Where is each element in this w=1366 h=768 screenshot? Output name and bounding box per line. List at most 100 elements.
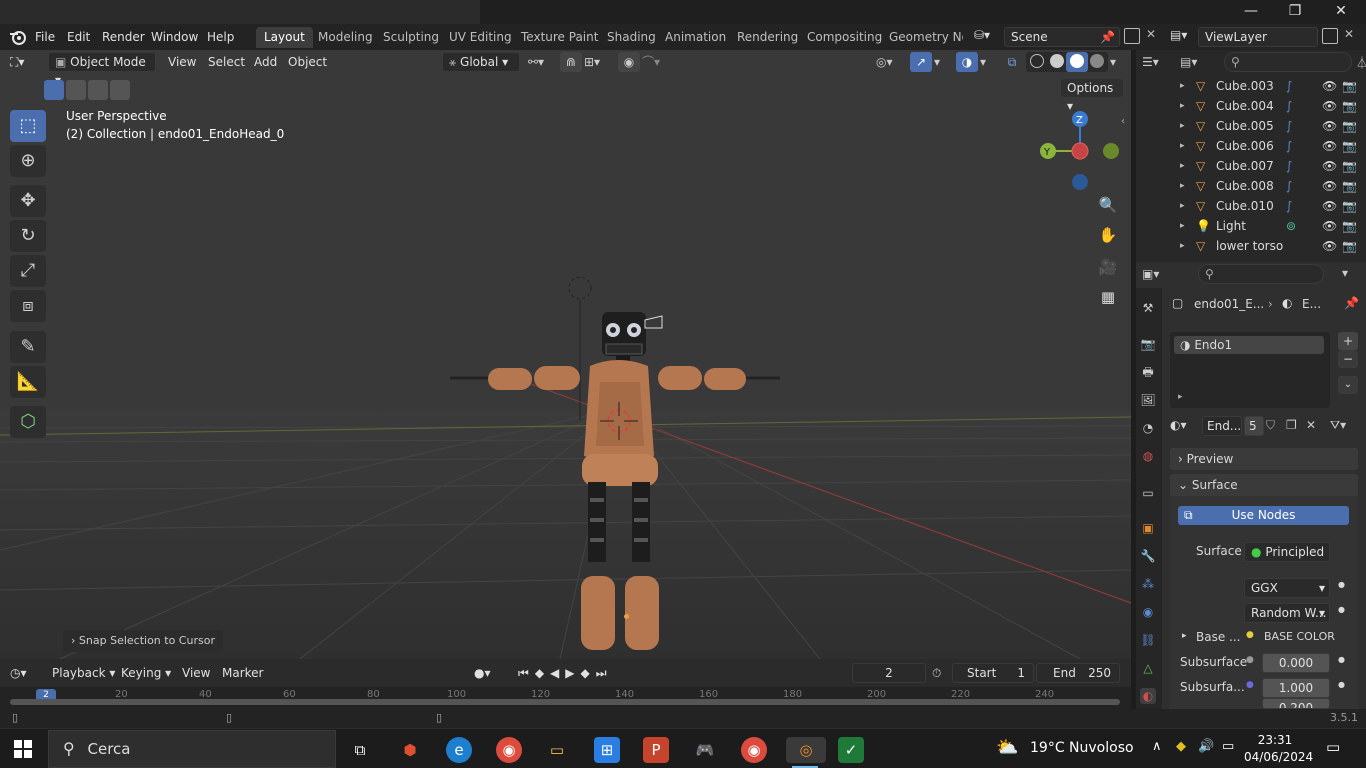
workspace-tab-rendering[interactable]: Rendering: [729, 27, 806, 48]
outliner-display-mode-icon[interactable]: ▤▾: [1180, 52, 1197, 72]
falloff-icon[interactable]: ⌒▾: [642, 52, 660, 72]
blender-logo-icon[interactable]: [8, 27, 28, 47]
battery-icon[interactable]: ▭: [1222, 739, 1234, 754]
eye-visibility-icon[interactable]: 👁: [1322, 76, 1337, 96]
eye-visibility-icon[interactable]: 👁: [1322, 236, 1337, 256]
notifications-icon[interactable]: ▭: [1326, 738, 1340, 756]
modifier-icon[interactable]: ∫: [1286, 196, 1292, 216]
subsurface-method-dropdown[interactable]: Random W... ▾: [1244, 603, 1330, 623]
camera-render-icon[interactable]: 📷: [1342, 156, 1357, 176]
scene-tab-icon[interactable]: ◔: [1140, 420, 1156, 436]
modifier-icon[interactable]: ∫: [1286, 96, 1292, 116]
outliner-row[interactable]: ▸ ▽ Cube.010 ∫ 👁 📷: [1136, 196, 1366, 216]
slot-specials-icon[interactable]: ⌄: [1338, 376, 1358, 394]
edge-browser-icon[interactable]: e: [446, 737, 472, 763]
options-dropdown[interactable]: Options ▾: [1060, 78, 1124, 113]
filter-icon[interactable]: ⏃: [1356, 54, 1366, 71]
minimize-button[interactable]: —: [1228, 0, 1274, 24]
camera-render-icon[interactable]: 📷: [1342, 116, 1357, 136]
play-icon[interactable]: ▶: [565, 666, 580, 680]
modifier-icon[interactable]: ∫: [1286, 136, 1292, 156]
base-color-link[interactable]: BASE COLOR: [1264, 630, 1335, 643]
surface-shader-field[interactable]: ● Principled ...: [1244, 542, 1330, 562]
spreadsheet-icon[interactable]: ✓: [838, 737, 864, 763]
material-name-field[interactable]: End...: [1202, 416, 1242, 436]
particles-tab-icon[interactable]: ⁂: [1140, 576, 1156, 592]
eye-visibility-icon[interactable]: 👁: [1322, 136, 1337, 156]
outliner-row[interactable]: ▸ ▽ Cube.004 ∫ 👁 📷: [1136, 96, 1366, 116]
timeline-ruler[interactable]: 2 20 40 60 80 100 120 140 160 180 200 22…: [0, 687, 1131, 709]
menu-edit[interactable]: Edit: [67, 28, 90, 46]
taskbar-search-box[interactable]: ⚲ Cerca: [48, 730, 336, 768]
keyframe-dot-icon[interactable]: ●: [1338, 680, 1345, 689]
properties-editor-type-icon[interactable]: ▣▾: [1142, 264, 1159, 284]
pivot-point-icon[interactable]: ⚯▾: [528, 52, 544, 72]
eye-visibility-icon[interactable]: 👁: [1322, 216, 1337, 236]
camera-view-icon[interactable]: 🎥: [1095, 254, 1121, 280]
select-box-tool-icon[interactable]: ⬚: [10, 110, 46, 142]
properties-options-icon[interactable]: ▾: [1342, 266, 1348, 280]
weather-text[interactable]: 19°C Nuvoloso: [1030, 740, 1134, 756]
workspace-tab-texture-paint[interactable]: Texture Paint: [513, 27, 606, 48]
measure-tool-icon[interactable]: 📐: [10, 366, 46, 398]
camera-render-icon[interactable]: 📷: [1342, 216, 1357, 236]
3d-viewport[interactable]: ⛶▾ ▣ Object Mode ▾ View Select Add Objec…: [0, 50, 1131, 659]
blender-taskbar-icon[interactable]: ◎: [786, 737, 826, 763]
editor-type-icon[interactable]: ⛶▾: [10, 52, 24, 72]
cursor-tool-icon[interactable]: ⊕: [10, 145, 46, 177]
collection-tab-icon[interactable]: ▭: [1140, 485, 1156, 501]
material-preview-icon[interactable]: [1066, 52, 1088, 72]
scene-name-field[interactable]: Scene 📌: [1004, 27, 1120, 47]
clock-date[interactable]: 04/06/2024: [1244, 750, 1313, 764]
add-cube-tool-icon[interactable]: ⬡: [10, 406, 46, 438]
current-frame-field[interactable]: 2: [852, 663, 926, 683]
physics-tab-icon[interactable]: ◉: [1140, 604, 1156, 620]
gizmo-toggle-icon[interactable]: ↗: [910, 52, 932, 72]
data-tab-icon[interactable]: △: [1140, 660, 1156, 676]
render-tab-icon[interactable]: 📷: [1140, 336, 1156, 352]
world-tab-icon[interactable]: ◍: [1140, 448, 1156, 464]
show-hidden-icons-chevron-icon[interactable]: ∧: [1152, 739, 1162, 754]
outliner-row[interactable]: ▸ ▽ Cube.006 ∫ 👁 📷: [1136, 136, 1366, 156]
remove-slot-icon[interactable]: −: [1338, 350, 1358, 368]
clock-time[interactable]: 23:31: [1246, 733, 1304, 747]
workspace-tab-modeling[interactable]: Modeling: [310, 27, 381, 48]
modifier-icon[interactable]: ∫: [1286, 76, 1292, 96]
camera-render-icon[interactable]: 📷: [1342, 196, 1357, 216]
light-data-icon[interactable]: ⊚: [1286, 216, 1296, 236]
zoom-icon[interactable]: 🔍: [1095, 192, 1121, 218]
timeline-menu-keying[interactable]: Keying ▾: [121, 663, 171, 683]
distribution-dropdown[interactable]: GGX ▾: [1244, 578, 1330, 598]
delete-scene-icon[interactable]: ✕: [1146, 27, 1156, 41]
camera-render-icon[interactable]: 📷: [1342, 136, 1357, 156]
material-slot-item[interactable]: ◑ Endo1: [1174, 336, 1324, 354]
scale-tool-icon[interactable]: ⤢: [10, 255, 46, 287]
workspace-tab-animation[interactable]: Animation: [657, 27, 734, 48]
viewport-menu-view[interactable]: View: [168, 52, 196, 72]
overlays-toggle-icon[interactable]: ◑: [956, 52, 978, 72]
view-layer-tab-icon[interactable]: 🖼: [1140, 392, 1156, 408]
prev-keyframe-icon[interactable]: ◆: [535, 666, 550, 680]
workspace-tab-shading[interactable]: Shading: [599, 27, 664, 48]
output-tab-icon[interactable]: 🖶: [1140, 364, 1156, 380]
constraints-tab-icon[interactable]: ⛓: [1140, 632, 1156, 648]
expand-arrow-icon[interactable]: ▸: [1182, 631, 1187, 641]
app-icon[interactable]: ⬢: [397, 737, 423, 763]
viewport-menu-object[interactable]: Object: [288, 52, 327, 72]
select-new-icon[interactable]: [44, 80, 64, 100]
timeline-menu-marker[interactable]: Marker: [222, 663, 263, 683]
workspace-tab-compositing[interactable]: Compositing: [799, 27, 890, 48]
next-keyframe-icon[interactable]: ◆: [581, 666, 596, 680]
snap-target-icon[interactable]: ⊞▾: [584, 52, 600, 72]
microsoft-store-icon[interactable]: ⊞: [594, 737, 620, 763]
wireframe-shading-icon[interactable]: [1030, 54, 1044, 68]
select-extend-icon[interactable]: [66, 80, 86, 100]
expand-arrow-icon[interactable]: ▸: [1180, 176, 1185, 196]
subsurface-value-field[interactable]: 0.000: [1262, 653, 1330, 673]
viewport-menu-add[interactable]: Add: [254, 52, 277, 72]
transform-orientation-dropdown[interactable]: ⚹ Global ▾: [442, 52, 520, 72]
camera-render-icon[interactable]: 📷: [1342, 236, 1357, 256]
expand-arrow-icon[interactable]: ▸: [1180, 216, 1185, 236]
scene-selector-icon[interactable]: ⛁▾: [974, 28, 1002, 46]
solid-shading-icon[interactable]: [1050, 54, 1064, 68]
